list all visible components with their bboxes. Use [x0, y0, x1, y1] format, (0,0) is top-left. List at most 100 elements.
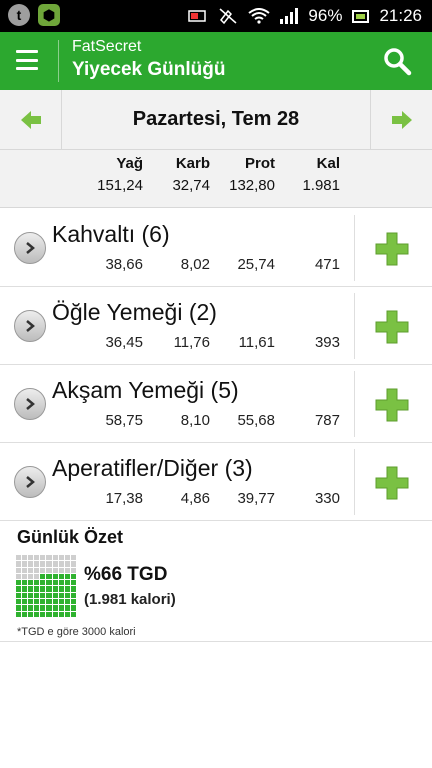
meal-row-breakfast[interactable]: Kahvaltı (6) 38,66 8,02 25,74 471	[0, 209, 432, 287]
rdi-grid-cell	[16, 573, 22, 580]
rdi-grid-cell	[70, 567, 76, 573]
meal-calories: 330	[314, 490, 340, 507]
rdi-grid-cell	[46, 555, 52, 561]
rdi-grid-cell	[34, 561, 40, 567]
meal-fat: 58,75	[105, 412, 143, 429]
rdi-grid-cell	[70, 605, 76, 611]
expand-icon[interactable]	[14, 232, 46, 264]
rdi-grid-cell	[64, 592, 70, 599]
rdi-grid-cell	[34, 605, 40, 611]
rdi-grid-cell	[52, 605, 58, 611]
rdi-grid-cell	[58, 567, 64, 573]
rdi-grid-cell	[22, 605, 28, 611]
rdi-grid-cell	[40, 599, 46, 605]
rdi-grid-cell	[52, 573, 58, 580]
app-name: FatSecret	[72, 38, 142, 55]
tapatalk-icon: t	[8, 4, 30, 26]
rdi-grid-cell	[28, 592, 34, 599]
rdi-grid-cell	[16, 555, 22, 561]
rdi-grid-cell	[58, 605, 64, 611]
add-food-icon[interactable]	[372, 229, 412, 269]
rdi-grid-cell	[22, 586, 28, 592]
rdi-grid-cell	[40, 561, 46, 567]
meal-name: Kahvaltı (6)	[52, 221, 170, 247]
rdi-grid-cell	[34, 555, 40, 561]
meal-row-snacks[interactable]: Aperatifler/Diğer (3) 17,38 4,86 39,77 3…	[0, 443, 432, 521]
next-day-button[interactable]	[370, 90, 432, 149]
rdi-grid-cell	[64, 567, 70, 573]
arrow-left-icon	[20, 110, 41, 129]
battery-icon	[352, 9, 370, 23]
signal-icon	[280, 8, 299, 24]
rdi-footnote: *TGD e göre 3000 kalori	[17, 626, 136, 638]
rdi-grid-cell	[28, 561, 34, 567]
previous-day-button[interactable]	[0, 90, 62, 149]
fat-header: Yağ	[116, 155, 143, 172]
meal-protein: 11,61	[238, 334, 275, 351]
meal-calories: 393	[314, 334, 340, 351]
divider	[354, 449, 355, 515]
meal-calories: 787	[314, 412, 340, 429]
arrow-right-icon	[391, 110, 412, 129]
rdi-grid-cell	[28, 580, 34, 586]
rdi-grid-cell	[46, 567, 52, 573]
meal-row-lunch[interactable]: Öğle Yemeği (2) 36,45 11,76 11,61 393	[0, 287, 432, 365]
battery-percent: 96%	[308, 6, 343, 25]
search-icon[interactable]	[382, 46, 412, 76]
meal-carb: 8,02	[180, 256, 210, 273]
rdi-grid-cell	[70, 599, 76, 605]
expand-icon[interactable]	[14, 388, 46, 420]
rdi-grid-cell	[58, 586, 64, 592]
rdi-grid-cell	[28, 611, 34, 617]
rdi-grid-cell	[70, 555, 76, 561]
rdi-grid-cell	[22, 561, 28, 567]
rdi-grid-cell	[70, 586, 76, 592]
rdi-grid-cell	[64, 611, 70, 617]
calories-total: 1.981	[302, 177, 340, 194]
rdi-grid-cell	[22, 580, 28, 586]
rdi-grid-cell	[16, 611, 22, 617]
rdi-grid-cell	[28, 599, 34, 605]
rdi-grid-cell	[22, 599, 28, 605]
divider	[0, 641, 432, 642]
rdi-grid-cell	[64, 561, 70, 567]
meal-carb: 8,10	[180, 412, 210, 429]
rdi-grid-cell	[22, 611, 28, 617]
expand-icon[interactable]	[14, 310, 46, 342]
wifi-icon	[248, 8, 271, 24]
current-date[interactable]: Pazartesi, Tem 28	[62, 90, 370, 149]
rdi-grid-cell	[34, 592, 40, 599]
rdi-grid-cell	[52, 567, 58, 573]
rdi-grid-cell	[70, 561, 76, 567]
rdi-grid-cell	[40, 586, 46, 592]
rdi-grid-cell	[16, 580, 22, 586]
add-food-icon[interactable]	[372, 385, 412, 425]
rdi-grid-cell	[46, 611, 52, 617]
expand-icon[interactable]	[14, 466, 46, 498]
rdi-grid-cell	[34, 567, 40, 573]
mute-icon	[219, 8, 237, 25]
meal-calories: 471	[314, 256, 340, 273]
rdi-grid-cell	[52, 561, 58, 567]
app-bar-divider	[58, 40, 59, 82]
rdi-grid-cell	[70, 580, 76, 586]
app-notification-icon: ⬢	[38, 4, 60, 26]
meal-protein: 39,77	[237, 490, 275, 507]
rdi-grid-cell	[64, 555, 70, 561]
meal-row-dinner[interactable]: Akşam Yemeği (5) 58,75 8,10 55,68 787	[0, 365, 432, 443]
add-food-icon[interactable]	[372, 307, 412, 347]
rdi-grid-cell	[46, 561, 52, 567]
rdi-grid-cell	[16, 561, 22, 567]
rdi-grid-cell	[28, 586, 34, 592]
menu-icon[interactable]	[16, 50, 38, 70]
meal-name: Öğle Yemeği (2)	[52, 299, 217, 325]
rdi-grid-cell	[34, 573, 40, 580]
rdi-grid-cell	[16, 567, 22, 573]
add-food-icon[interactable]	[372, 463, 412, 503]
rdi-grid-cell	[34, 580, 40, 586]
rdi-grid-cell	[22, 567, 28, 573]
rdi-grid-cell	[52, 580, 58, 586]
calories-header: Kal	[316, 155, 340, 172]
fat-total: 151,24	[97, 177, 143, 194]
rdi-grid-cell	[16, 605, 22, 611]
